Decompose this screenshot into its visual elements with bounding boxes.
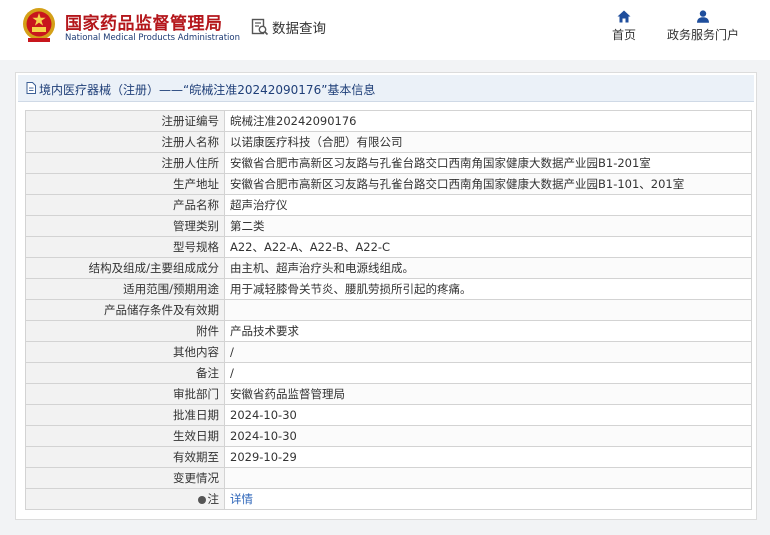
field-value: 详情 <box>224 488 752 510</box>
field-value: 第二类 <box>224 215 752 237</box>
user-icon <box>697 10 709 23</box>
field-label: 备注 <box>25 362 225 384</box>
document-icon <box>26 82 36 94</box>
note-label: 注 <box>207 492 220 506</box>
field-label: 注册人名称 <box>25 131 225 153</box>
field-label: 批准日期 <box>25 404 225 426</box>
table-row: 产品名称 超声治疗仪 <box>25 194 752 216</box>
field-value: / <box>224 341 752 363</box>
field-value: 安徽省合肥市高新区习友路与孔雀台路交口西南角国家健康大数据产业园B1-101、2… <box>224 173 752 195</box>
field-label-note: 注 <box>25 488 225 510</box>
table-row: 注 详情 <box>25 488 752 510</box>
field-value: 皖械注准20242090176 <box>224 110 752 132</box>
field-label: 审批部门 <box>25 383 225 405</box>
panel-title: 境内医疗器械（注册）——“皖械注准20242090176”基本信息 <box>39 83 376 97</box>
field-label: 型号规格 <box>25 236 225 258</box>
field-value: 以诺康医疗科技（合肥）有限公司 <box>224 131 752 153</box>
table-row: 型号规格 A22、A22-A、A22-B、A22-C <box>25 236 752 258</box>
table-row: 生效日期 2024-10-30 <box>25 425 752 447</box>
field-label: 生效日期 <box>25 425 225 447</box>
data-query-icon <box>251 18 269 36</box>
field-label: 适用范围/预期用途 <box>25 278 225 300</box>
field-value: 2024-10-30 <box>224 425 752 447</box>
nav-service-portal[interactable]: 政务服务门户 <box>667 10 739 43</box>
field-label: 附件 <box>25 320 225 342</box>
info-table: 注册证编号 皖械注准20242090176 注册人名称 以诺康医疗科技（合肥）有限公… <box>25 110 752 510</box>
field-value: 安徽省合肥市高新区习友路与孔雀台路交口西南角国家健康大数据产业园B1-201室 <box>224 152 752 174</box>
table-row: 变更情况 <box>25 467 752 489</box>
field-value: 用于减轻膝骨关节炎、腰肌劳损所引起的疼痛。 <box>224 278 752 300</box>
table-row: 备注 / <box>25 362 752 384</box>
field-value: / <box>224 362 752 384</box>
home-icon <box>617 10 631 23</box>
table-row: 注册人名称 以诺康医疗科技（合肥）有限公司 <box>25 131 752 153</box>
field-value <box>224 299 752 321</box>
field-label: 结构及组成/主要组成成分 <box>25 257 225 279</box>
nav-home[interactable]: 首页 <box>612 10 636 43</box>
field-value: 安徽省药品监督管理局 <box>224 383 752 405</box>
table-row: 结构及组成/主要组成成分 由主机、超声治疗头和电源线组成。 <box>25 257 752 279</box>
field-label: 产品储存条件及有效期 <box>25 299 225 321</box>
field-value: 超声治疗仪 <box>224 194 752 216</box>
field-value <box>224 467 752 489</box>
field-label: 变更情况 <box>25 467 225 489</box>
field-value: 2029-10-29 <box>224 446 752 468</box>
field-label: 产品名称 <box>25 194 225 216</box>
details-link[interactable]: 详情 <box>230 492 253 506</box>
field-label: 其他内容 <box>25 341 225 363</box>
field-label: 注册证编号 <box>25 110 225 132</box>
detail-panel: 境内医疗器械（注册）——“皖械注准20242090176”基本信息 注册证编号皖… <box>15 72 757 520</box>
field-value: 2024-10-30 <box>224 404 752 426</box>
table-row: 产品储存条件及有效期 <box>25 299 752 321</box>
table-row: 管理类别 第二类 <box>25 215 752 237</box>
note-marker-icon <box>197 496 206 504</box>
field-value: A22、A22-A、A22-B、A22-C <box>224 236 752 258</box>
nav-service-portal-label: 政务服务门户 <box>667 28 740 42</box>
table-row: 有效期至 2029-10-29 <box>25 446 752 468</box>
table-row: 注册证编号 皖械注准20242090176 <box>25 110 752 132</box>
panel-title-bar: 境内医疗器械（注册）——“皖械注准20242090176”基本信息 <box>18 75 754 102</box>
data-query-title: 数据查询 <box>272 21 326 37</box>
site-header: 国家药品监督管理局 National Medical Products Admi… <box>0 0 770 60</box>
field-value: 由主机、超声治疗头和电源线组成。 <box>224 257 752 279</box>
site-name-en[interactable]: National Medical Products Administration <box>65 33 240 43</box>
table-row: 附件 产品技术要求 <box>25 320 752 342</box>
nav-home-label: 首页 <box>612 28 637 42</box>
table-row: 审批部门 安徽省药品监督管理局 <box>25 383 752 405</box>
table-row: 注册人住所 安徽省合肥市高新区习友路与孔雀台路交口西南角国家健康大数据产业园B1-… <box>25 152 752 174</box>
field-label: 生产地址 <box>25 173 225 195</box>
field-label: 注册人住所 <box>25 152 225 174</box>
table-row: 生产地址 安徽省合肥市高新区习友路与孔雀台路交口西南角国家健康大数据产业园B1-1… <box>25 173 752 195</box>
site-name-cn[interactable]: 国家药品监督管理局 <box>65 9 223 34</box>
field-value: 产品技术要求 <box>224 320 752 342</box>
field-label: 管理类别 <box>25 215 225 237</box>
table-row: 其他内容 / <box>25 341 752 363</box>
table-row: 批准日期 2024-10-30 <box>25 404 752 426</box>
field-label: 有效期至 <box>25 446 225 468</box>
table-row: 适用范围/预期用途 用于减轻膝骨关节炎、腰肌劳损所引起的疼痛。 <box>25 278 752 300</box>
national-emblem-icon <box>23 8 55 42</box>
